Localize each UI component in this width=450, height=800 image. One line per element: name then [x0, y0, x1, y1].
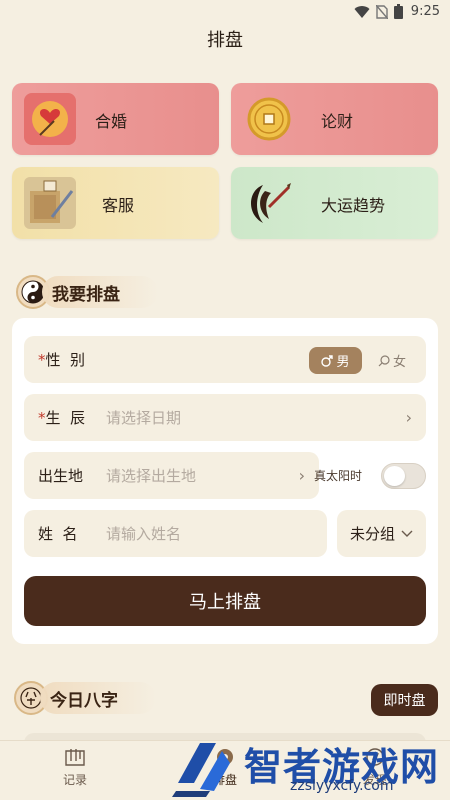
wifi-icon [354, 5, 370, 18]
birth-date-row[interactable]: *生 辰 请选择日期 › [24, 394, 426, 441]
gender-female-label: 女 [392, 355, 406, 370]
records-icon [65, 749, 85, 766]
marriage-icon [24, 93, 76, 145]
gender-male-label: 男 [336, 355, 350, 370]
card-dayun[interactable]: 大运趋势 [231, 167, 438, 239]
card-lucai-label: 论财 [321, 112, 354, 131]
card-hehun-label: 合婚 [95, 112, 128, 131]
card-dayun-label: 大运趋势 [321, 196, 386, 215]
female-symbol-icon [378, 354, 390, 366]
card-lucai[interactable]: 论财 [231, 83, 438, 155]
group-select[interactable]: 未分组 [337, 510, 426, 557]
page-title: 排盘 [207, 30, 243, 51]
card-kefu-label: 客服 [102, 196, 135, 215]
status-time: 9:25 [410, 4, 440, 19]
section-today-title: 今日八字 [50, 690, 118, 711]
coin-icon [247, 97, 291, 141]
solar-time-label: 真太阳时 [314, 469, 363, 483]
chevron-right-icon: › [298, 466, 305, 485]
status-icons: 9:25 [354, 4, 440, 19]
required-mark: * [38, 351, 46, 369]
card-kefu[interactable]: 客服 [12, 167, 219, 239]
name-label: 姓 名 [38, 525, 78, 543]
required-mark: * [38, 409, 46, 427]
section-today-header: 今日八字 [14, 678, 156, 718]
group-select-value: 未分组 [349, 525, 395, 543]
section-paipan-header: 我要排盘 [16, 272, 158, 312]
name-input[interactable]: 请输入姓名 [106, 523, 181, 544]
watermark: 智者游戏网 zzslyyxcfy.com [170, 733, 450, 800]
solar-time-toggle[interactable] [381, 463, 426, 489]
ink-brush-icon [243, 177, 295, 229]
gender-row: *性 别 男 女 [24, 336, 426, 383]
gender-male-option[interactable]: 男 [309, 347, 362, 374]
instant-chart-button[interactable]: 即时盘 [371, 684, 438, 716]
toggle-knob [384, 466, 405, 486]
watermark-logo-icon [172, 743, 230, 797]
chevron-right-icon: › [405, 408, 412, 427]
card-hehun[interactable]: 合婚 [12, 83, 219, 155]
section-paipan-title: 我要排盘 [52, 284, 120, 305]
scroll-brush-icon [24, 177, 76, 229]
birth-date-placeholder: 请选择日期 [106, 409, 182, 427]
nav-item-records[interactable]: 记录 [35, 747, 115, 788]
birthplace-label: 出生地 [38, 467, 84, 485]
birthplace-placeholder: 请选择出生地 [106, 467, 197, 485]
gender-female-option[interactable]: 女 [372, 347, 412, 374]
birthplace-row[interactable]: 出生地 请选择出生地 › [24, 452, 319, 499]
battery-icon [393, 4, 403, 19]
submit-paipan-button[interactable]: 马上排盘 [24, 576, 426, 626]
no-sim-icon [375, 4, 388, 19]
birth-label: 生 辰 [45, 409, 86, 427]
chevron-down-icon [401, 530, 413, 537]
gender-label: 性 别 [45, 351, 86, 369]
watermark-url: zzslyyxcfy.com [290, 778, 394, 794]
male-symbol-icon [321, 354, 334, 367]
name-row: 姓 名 请输入姓名 [24, 510, 327, 557]
status-bar: 9:25 [0, 0, 450, 26]
nav-records-label: 记录 [62, 773, 87, 787]
